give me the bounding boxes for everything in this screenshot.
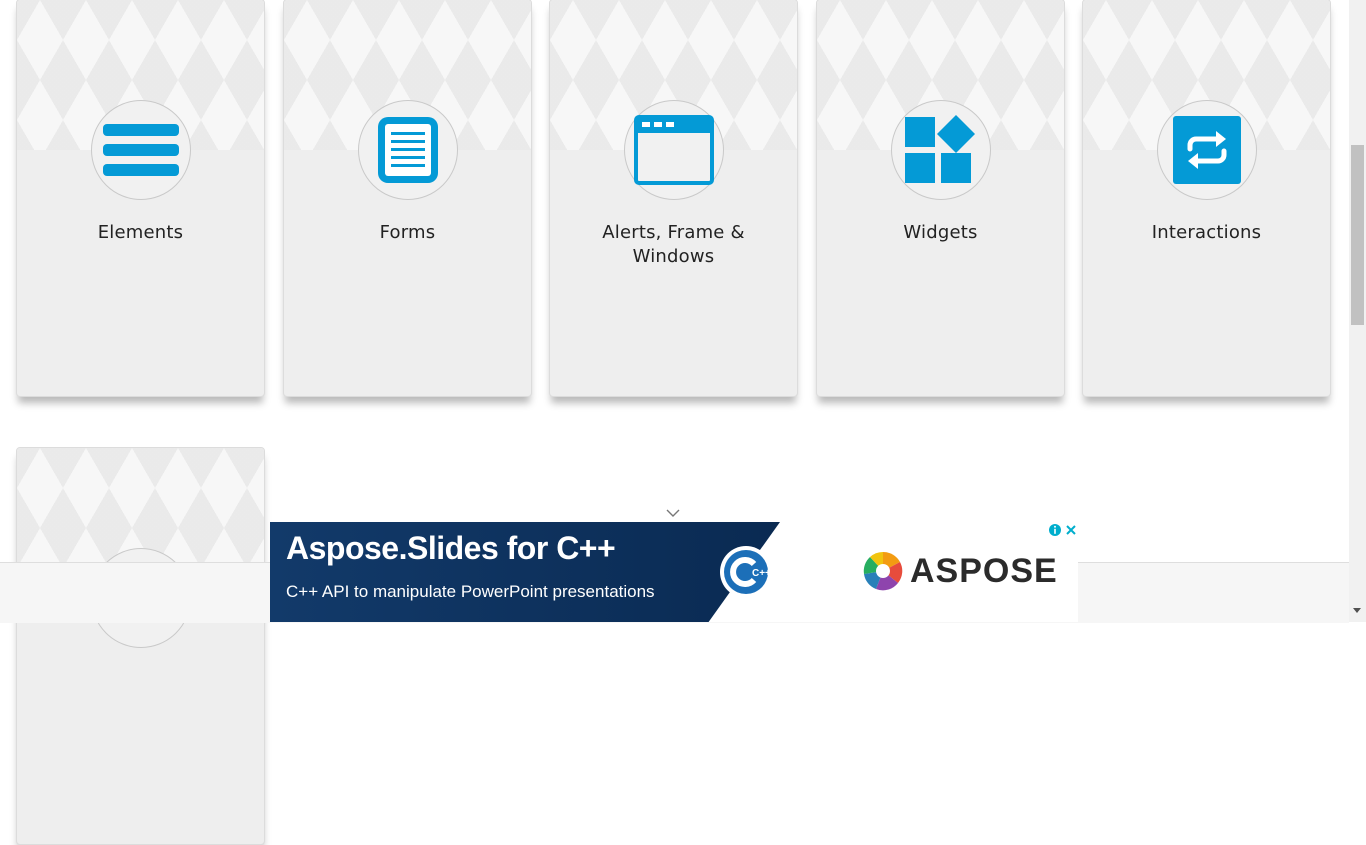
ad-title: Aspose.Slides for C++ <box>286 530 616 566</box>
card-title: Interactions <box>1151 222 1262 243</box>
cpp-logo-icon: C++ <box>720 546 772 598</box>
card-title: Alerts, Frame & Windows <box>602 222 745 267</box>
ad-subtitle: C++ API to manipulate PowerPoint present… <box>286 582 655 601</box>
ad-banner[interactable]: Aspose.Slides for C++ C++ API to manipul… <box>270 522 1078 622</box>
interactions-icon <box>1173 116 1241 184</box>
card-title: Widgets <box>903 222 978 243</box>
window-icon <box>634 115 714 185</box>
card-avatar <box>624 100 724 200</box>
chevron-down-icon[interactable] <box>666 508 680 518</box>
card-avatar <box>91 100 191 200</box>
card-alerts-frame-windows[interactable]: Alerts, Frame & Windows <box>549 0 798 397</box>
ad-close-icon[interactable] <box>1064 523 1078 537</box>
scrollbar[interactable] <box>1349 0 1366 622</box>
card-title: Elements <box>97 222 184 243</box>
card-elements[interactable]: Elements <box>16 0 265 397</box>
scroll-down-arrow-icon[interactable] <box>1353 608 1361 613</box>
card-widgets[interactable]: Widgets <box>816 0 1065 397</box>
card-interactions[interactable]: Interactions <box>1082 0 1331 397</box>
aspose-logo-icon <box>863 551 903 591</box>
widgets-icon <box>905 115 975 183</box>
card-partial[interactable] <box>16 447 265 845</box>
document-icon <box>378 117 438 183</box>
ad-info-icon[interactable] <box>1048 523 1062 537</box>
ad-brand: ASPOSE <box>910 552 1058 590</box>
list-icon <box>103 124 179 176</box>
card-avatar <box>891 100 991 200</box>
scroll-thumb[interactable] <box>1351 145 1364 325</box>
card-avatar <box>1157 100 1257 200</box>
card-title: Forms <box>379 222 436 243</box>
card-forms[interactable]: Forms <box>283 0 532 397</box>
card-avatar <box>358 100 458 200</box>
cpp-badge-text: C++ <box>752 568 771 579</box>
